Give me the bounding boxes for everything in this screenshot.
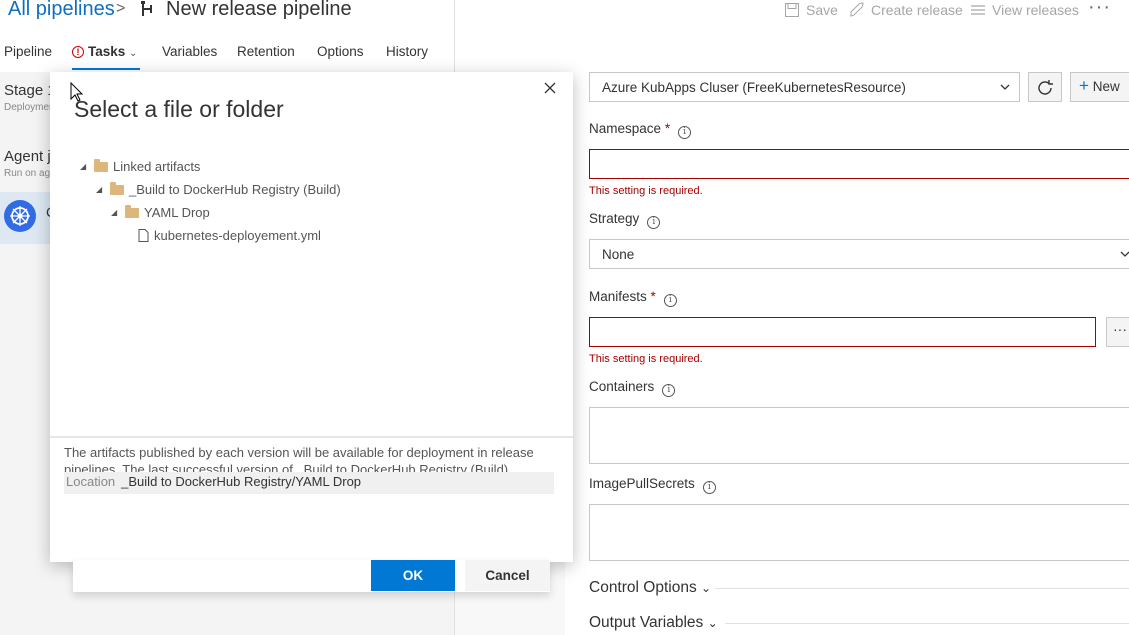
close-icon[interactable] — [542, 80, 558, 96]
new-connection-button[interactable]: + New — [1070, 72, 1129, 102]
required-mark: * — [650, 289, 656, 304]
tab-options[interactable]: Options — [317, 44, 364, 59]
imagepullsecrets-label: ImagePullSecrets i — [589, 476, 716, 494]
strategy-label: Strategy i — [589, 211, 661, 229]
release-pipeline-icon — [141, 1, 152, 16]
refresh-button[interactable] — [1028, 72, 1062, 102]
manifests-label-text: Manifests — [589, 289, 647, 304]
tab-variables[interactable]: Variables — [162, 44, 217, 59]
tab-tasks[interactable]: ! Tasks ⌄ — [72, 44, 137, 59]
more-actions-icon[interactable]: ··· — [1088, 0, 1111, 19]
location-label: Location — [66, 474, 116, 489]
file-icon — [138, 229, 149, 242]
save-label: Save — [806, 2, 838, 18]
output-variables-section[interactable]: Output Variables ⌄ — [589, 614, 718, 632]
cluster-connection-select[interactable]: Azure KubApps Cluser (FreeKubernetesReso… — [589, 72, 1020, 102]
task-settings-pane: Azure KubApps Cluser (FreeKubernetesReso… — [565, 72, 1129, 635]
tab-retention[interactable]: Retention — [237, 44, 295, 59]
top-header: All pipelines > New release pipeline Sav… — [0, 0, 1129, 72]
list-icon — [971, 5, 985, 15]
expanded-triangle-icon[interactable]: ◢ — [80, 162, 89, 171]
namespace-label: Namespace * i — [589, 121, 692, 139]
manifests-label: Manifests * i — [589, 289, 677, 307]
refresh-icon — [1038, 80, 1053, 95]
dialog-footer: OK Cancel — [73, 560, 550, 592]
folder-icon — [125, 204, 139, 218]
manifests-input[interactable] — [589, 317, 1096, 347]
chevron-down-icon — [1120, 251, 1129, 257]
info-icon[interactable]: i — [702, 481, 716, 494]
chevron-down-icon: ⌄ — [707, 616, 718, 630]
section-divider — [715, 588, 1129, 589]
stage-title[interactable]: Stage 1 — [4, 82, 56, 99]
rocket-icon — [850, 2, 864, 17]
namespace-label-text: Namespace — [589, 121, 662, 136]
create-release-label: Create release — [871, 2, 963, 18]
chevron-down-icon — [1000, 84, 1010, 90]
namespace-error: This setting is required. — [589, 185, 703, 197]
tree-item-yaml-drop[interactable]: ◢ YAML Drop — [111, 204, 210, 220]
tree-item-file[interactable]: kubernetes-deployement.yml — [138, 228, 321, 243]
location-value: _Build to DockerHub Registry/YAML Drop — [121, 474, 362, 489]
dialog-divider — [50, 436, 573, 438]
strategy-label-text: Strategy — [589, 211, 640, 226]
create-release-button[interactable]: Create release — [849, 2, 963, 18]
folder-icon — [94, 158, 108, 172]
view-releases-button[interactable]: View releases — [970, 2, 1079, 18]
folder-icon — [110, 181, 124, 195]
cluster-connection-value: Azure KubApps Cluser (FreeKubernetesReso… — [602, 80, 906, 95]
chevron-down-icon: ⌄ — [129, 48, 138, 59]
required-mark: * — [664, 121, 671, 136]
dialog-title: Select a file or folder — [74, 96, 284, 122]
control-options-section[interactable]: Control Options ⌄ — [589, 579, 711, 597]
manifests-error: This setting is required. — [589, 353, 703, 365]
save-button[interactable]: Save — [784, 2, 838, 18]
breadcrumb-separator: > — [116, 0, 126, 17]
kubernetes-icon — [4, 200, 36, 232]
chevron-down-icon: ⌄ — [701, 581, 712, 595]
strategy-select[interactable]: None — [589, 239, 1129, 269]
tab-pipeline[interactable]: Pipeline — [4, 44, 52, 59]
containers-label: Containers i — [589, 379, 676, 397]
cancel-button[interactable]: Cancel — [465, 560, 550, 591]
save-icon — [785, 3, 799, 17]
containers-label-text: Containers — [589, 379, 655, 394]
containers-textarea[interactable] — [589, 407, 1129, 464]
breadcrumb-all-pipelines[interactable]: All pipelines — [8, 0, 115, 21]
output-variables-label: Output Variables — [589, 614, 704, 631]
mouse-cursor-icon — [70, 82, 84, 102]
info-icon[interactable]: i — [663, 294, 677, 307]
tab-tasks-label: Tasks — [88, 44, 126, 59]
ok-button[interactable]: OK — [371, 560, 455, 591]
strategy-value: None — [602, 247, 635, 262]
new-connection-label: New — [1092, 79, 1120, 94]
tree-item-label: kubernetes-deployement.yml — [154, 228, 321, 243]
view-releases-label: View releases — [992, 2, 1079, 18]
expanded-triangle-icon[interactable]: ◢ — [111, 208, 120, 217]
expanded-triangle-icon[interactable]: ◢ — [96, 185, 105, 194]
info-icon[interactable]: i — [678, 126, 692, 139]
select-file-dialog: Select a file or folder ◢ Linked artifac… — [50, 72, 573, 562]
info-icon[interactable]: i — [662, 384, 676, 397]
warning-icon: ! — [72, 46, 84, 58]
info-icon[interactable]: i — [647, 216, 661, 229]
tab-history[interactable]: History — [386, 44, 428, 59]
location-field: Location _Build to DockerHub Registry/YAM… — [64, 472, 554, 494]
plus-icon: + — [1079, 76, 1089, 95]
imagepullsecrets-textarea[interactable] — [589, 504, 1129, 561]
tree-item-label: YAML Drop — [144, 205, 210, 220]
active-tab-indicator — [72, 68, 140, 70]
imagepullsecrets-label-text: ImagePullSecrets — [589, 476, 695, 491]
tree-item-linked-artifacts[interactable]: ◢ Linked artifacts — [80, 158, 201, 174]
tree-item-label: _Build to DockerHub Registry (Build) — [129, 182, 341, 197]
browse-manifests-button[interactable]: ··· — [1106, 317, 1129, 347]
tree-item-label: Linked artifacts — [113, 159, 201, 174]
control-options-label: Control Options — [589, 579, 697, 596]
tree-item-build[interactable]: ◢ _Build to DockerHub Registry (Build) — [96, 181, 341, 197]
pipeline-title[interactable]: New release pipeline — [166, 0, 352, 21]
section-divider — [725, 623, 1129, 624]
namespace-input[interactable] — [589, 149, 1129, 179]
